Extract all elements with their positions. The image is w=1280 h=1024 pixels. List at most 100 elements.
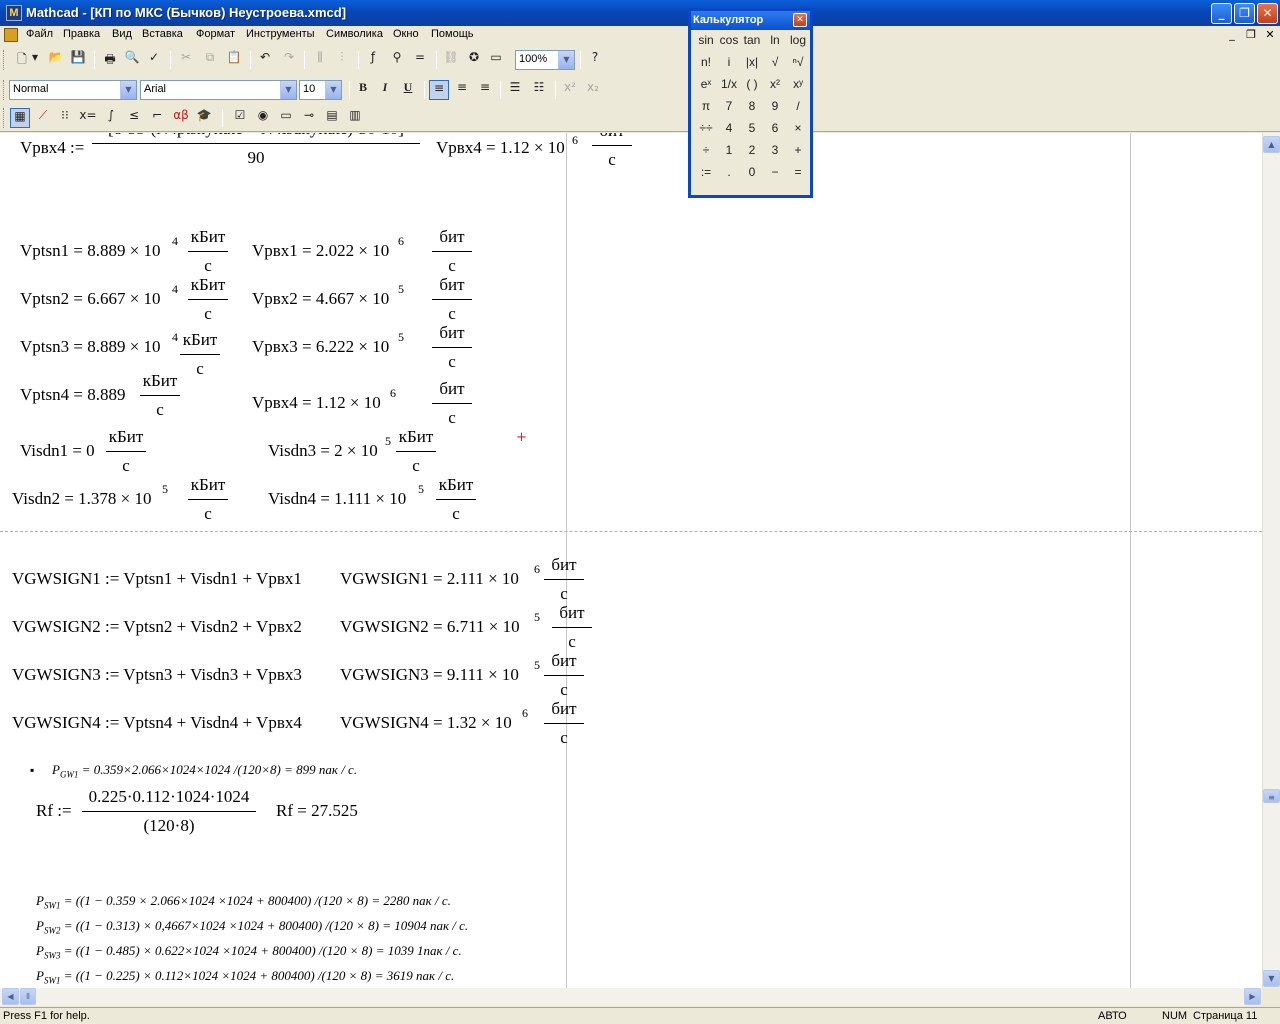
save-icon[interactable]: 💾 — [68, 50, 88, 70]
calculator-key[interactable]: √ — [764, 55, 786, 75]
scroll-right-button[interactable]: ▶ — [1244, 988, 1261, 1005]
zoom-select[interactable]: 100% ▼ — [515, 50, 575, 70]
text-psw3[interactable]: PSW3 = ((1 − 0.485) × 0.622×1024 ×1024 +… — [36, 943, 462, 961]
def-rf-lhs[interactable]: Rf := — [36, 801, 72, 821]
calculator-key[interactable]: i — [718, 55, 740, 75]
subscript-icon[interactable]: x₂ — [583, 80, 603, 100]
def-vgwsign2[interactable]: VGWSIGN2 := Vptsn2 + Visdn2 + Vpвx2 — [12, 617, 302, 637]
calculator-key[interactable]: 1 — [718, 143, 740, 163]
italic-button[interactable]: I — [375, 80, 395, 100]
font-size-select[interactable]: 10 ▼ — [299, 80, 342, 100]
close-button[interactable]: ✕ — [1257, 3, 1278, 24]
align-right-icon[interactable]: ≡ — [475, 80, 495, 100]
calculator-key[interactable]: ( ) — [741, 77, 763, 97]
result-visdn1[interactable]: Visdn1 = 0 — [20, 441, 95, 461]
graph-toolbar-icon[interactable]: ⟋ — [33, 108, 53, 128]
calculator-key[interactable]: 7 — [718, 99, 740, 119]
result-visdn3[interactable]: Visdn3 = 2 × 10 — [268, 441, 378, 461]
open-folder-icon[interactable]: 📂 — [46, 50, 66, 70]
doc-restore-button[interactable]: ❐ — [1243, 28, 1259, 42]
calculator-key[interactable]: ÷÷ — [695, 121, 717, 141]
scroll-left-button[interactable]: ◀ — [2, 988, 19, 1005]
calculus-toolbar-icon[interactable]: ∫ — [101, 108, 121, 128]
def-vgwsign3[interactable]: VGWSIGN3 := Vptsn3 + Visdn3 + Vpвx3 — [12, 665, 302, 685]
calculator-key[interactable]: 8 — [741, 99, 763, 119]
text-psw4[interactable]: PSW1 = ((1 − 0.225) × 0.112×1024 ×1024 +… — [36, 968, 454, 986]
chevron-down-icon[interactable]: ▼ — [558, 51, 574, 69]
paste-icon[interactable]: 📋 — [224, 50, 244, 70]
result-vpvx3[interactable]: Vpвx3 = 6.222 × 10 — [252, 337, 389, 357]
insert-hyperlink-icon[interactable]: ⛓ — [441, 50, 461, 70]
listbox-control-icon[interactable]: ▥ — [345, 108, 365, 128]
calculator-key[interactable]: 4 — [718, 121, 740, 141]
calculator-key[interactable]: 3 — [764, 143, 786, 163]
matrix-toolbar-icon[interactable]: ⁝⁝ — [55, 108, 75, 128]
radio-control-icon[interactable]: ◉ — [253, 108, 273, 128]
calculate-icon[interactable]: = — [410, 50, 430, 70]
calculator-key[interactable]: 0 — [741, 165, 763, 185]
scroll-thumb[interactable]: ≡ — [1263, 789, 1280, 803]
doc-close-button[interactable]: ✕ — [1262, 28, 1278, 42]
spell-check-icon[interactable]: ✓ — [144, 50, 164, 70]
calculator-key[interactable]: × — [787, 121, 809, 141]
scroll-up-button[interactable]: ▲ — [1263, 136, 1280, 153]
hscroll-thumb[interactable]: ⦀ — [20, 988, 36, 1005]
bold-button[interactable]: B — [353, 80, 373, 100]
symbolic-toolbar-icon[interactable]: 🎓 — [194, 108, 214, 128]
def-vpvx4-fraction[interactable]: [8·35·(N4ptsnyпate + N4isdnyпate)·30·10]… — [92, 133, 420, 168]
calculator-key[interactable]: ln — [764, 33, 786, 53]
calculator-key[interactable]: := — [695, 165, 717, 185]
calculator-key[interactable]: 6 — [764, 121, 786, 141]
doc-minimize-button[interactable]: _ — [1224, 28, 1240, 42]
print-icon[interactable]: 🖶 — [100, 50, 120, 70]
calculator-toolbar-icon[interactable]: ▦ — [10, 108, 30, 128]
def-vgwsign1[interactable]: VGWSIGN1 := Vptsn1 + Visdn1 + Vpвx1 — [12, 569, 302, 589]
slider-control-icon[interactable]: ⊸ — [299, 108, 319, 128]
def-vgwsign4[interactable]: VGWSIGN4 := Vptsn4 + Visdn4 + Vpвx4 — [12, 713, 302, 733]
vertical-scrollbar[interactable]: ▲ ≡ ▼ — [1262, 133, 1280, 988]
menu-symbolics[interactable]: Символика — [326, 28, 383, 40]
help-icon[interactable]: ? — [585, 50, 605, 70]
calculator-key[interactable]: = — [787, 165, 809, 185]
component-window-icon[interactable]: ▭ — [486, 50, 506, 70]
result-vptsn2[interactable]: Vptsn2 = 6.667 × 10 — [20, 289, 161, 309]
evaluation-toolbar-icon[interactable]: x= — [78, 108, 98, 128]
result-vpvx4-top[interactable]: Vpвx4 = 1.12 × 10 — [436, 138, 565, 158]
cut-icon[interactable]: ✂ — [176, 50, 196, 70]
text-psw2[interactable]: PSW2 = ((1 − 0.313) × 0,4667×1024 ×1024 … — [36, 918, 468, 936]
result-vgwsign1[interactable]: VGWSIGN1 = 2.111 × 10 — [340, 569, 519, 589]
calculator-key[interactable]: ⁿ√ — [787, 55, 809, 75]
worksheet[interactable]: Vpвx4 := [8·35·(N4ptsnyпate + N4isdnyпat… — [0, 133, 1262, 988]
calculator-key[interactable]: π — [695, 99, 717, 119]
document-icon[interactable] — [4, 28, 18, 42]
calculator-key[interactable]: log — [787, 33, 809, 53]
numbered-list-icon[interactable]: ☷ — [529, 80, 549, 100]
undo-icon[interactable]: ↶ — [255, 50, 275, 70]
font-select[interactable]: Arial ▼ — [140, 80, 297, 100]
chevron-down-icon[interactable]: ▼ — [120, 81, 136, 99]
calculator-key[interactable]: cos — [718, 33, 740, 53]
result-vptsn4[interactable]: Vptsn4 = 8.889 — [20, 385, 125, 405]
checkbox-control-icon[interactable]: ☑ — [230, 108, 250, 128]
def-vpvx4-lhs[interactable]: Vpвx4 := — [20, 138, 84, 158]
menu-insert[interactable]: Вставка — [142, 28, 183, 40]
restore-button[interactable]: ❐ — [1234, 3, 1255, 24]
calculator-key[interactable]: − — [764, 165, 786, 185]
calculator-key[interactable]: + — [787, 143, 809, 163]
align-down-icon[interactable]: ⫶ — [332, 50, 352, 70]
bullet-list-icon[interactable]: ☰ — [505, 80, 525, 100]
redo-icon[interactable]: ↷ — [279, 50, 299, 70]
menu-window[interactable]: Окно — [393, 28, 419, 40]
calculator-key[interactable]: eˣ — [695, 77, 717, 97]
calculator-key[interactable]: x² — [764, 77, 786, 97]
calculator-key[interactable]: 5 — [741, 121, 763, 141]
chevron-down-icon[interactable]: ▼ — [325, 81, 341, 99]
calculator-close-icon[interactable]: ✕ — [793, 13, 807, 27]
style-select[interactable]: Normal ▼ — [9, 80, 137, 100]
result-vpvx1[interactable]: Vpвx1 = 2.022 × 10 — [252, 241, 389, 261]
result-vgwsign4[interactable]: VGWSIGN4 = 1.32 × 10 — [340, 713, 512, 733]
align-center-icon[interactable]: ≡ — [452, 80, 472, 100]
result-vpvx2[interactable]: Vpвx2 = 4.667 × 10 — [252, 289, 389, 309]
menu-file[interactable]: Файл — [26, 28, 53, 40]
result-vgwsign3[interactable]: VGWSIGN3 = 9.111 × 10 — [340, 665, 519, 685]
